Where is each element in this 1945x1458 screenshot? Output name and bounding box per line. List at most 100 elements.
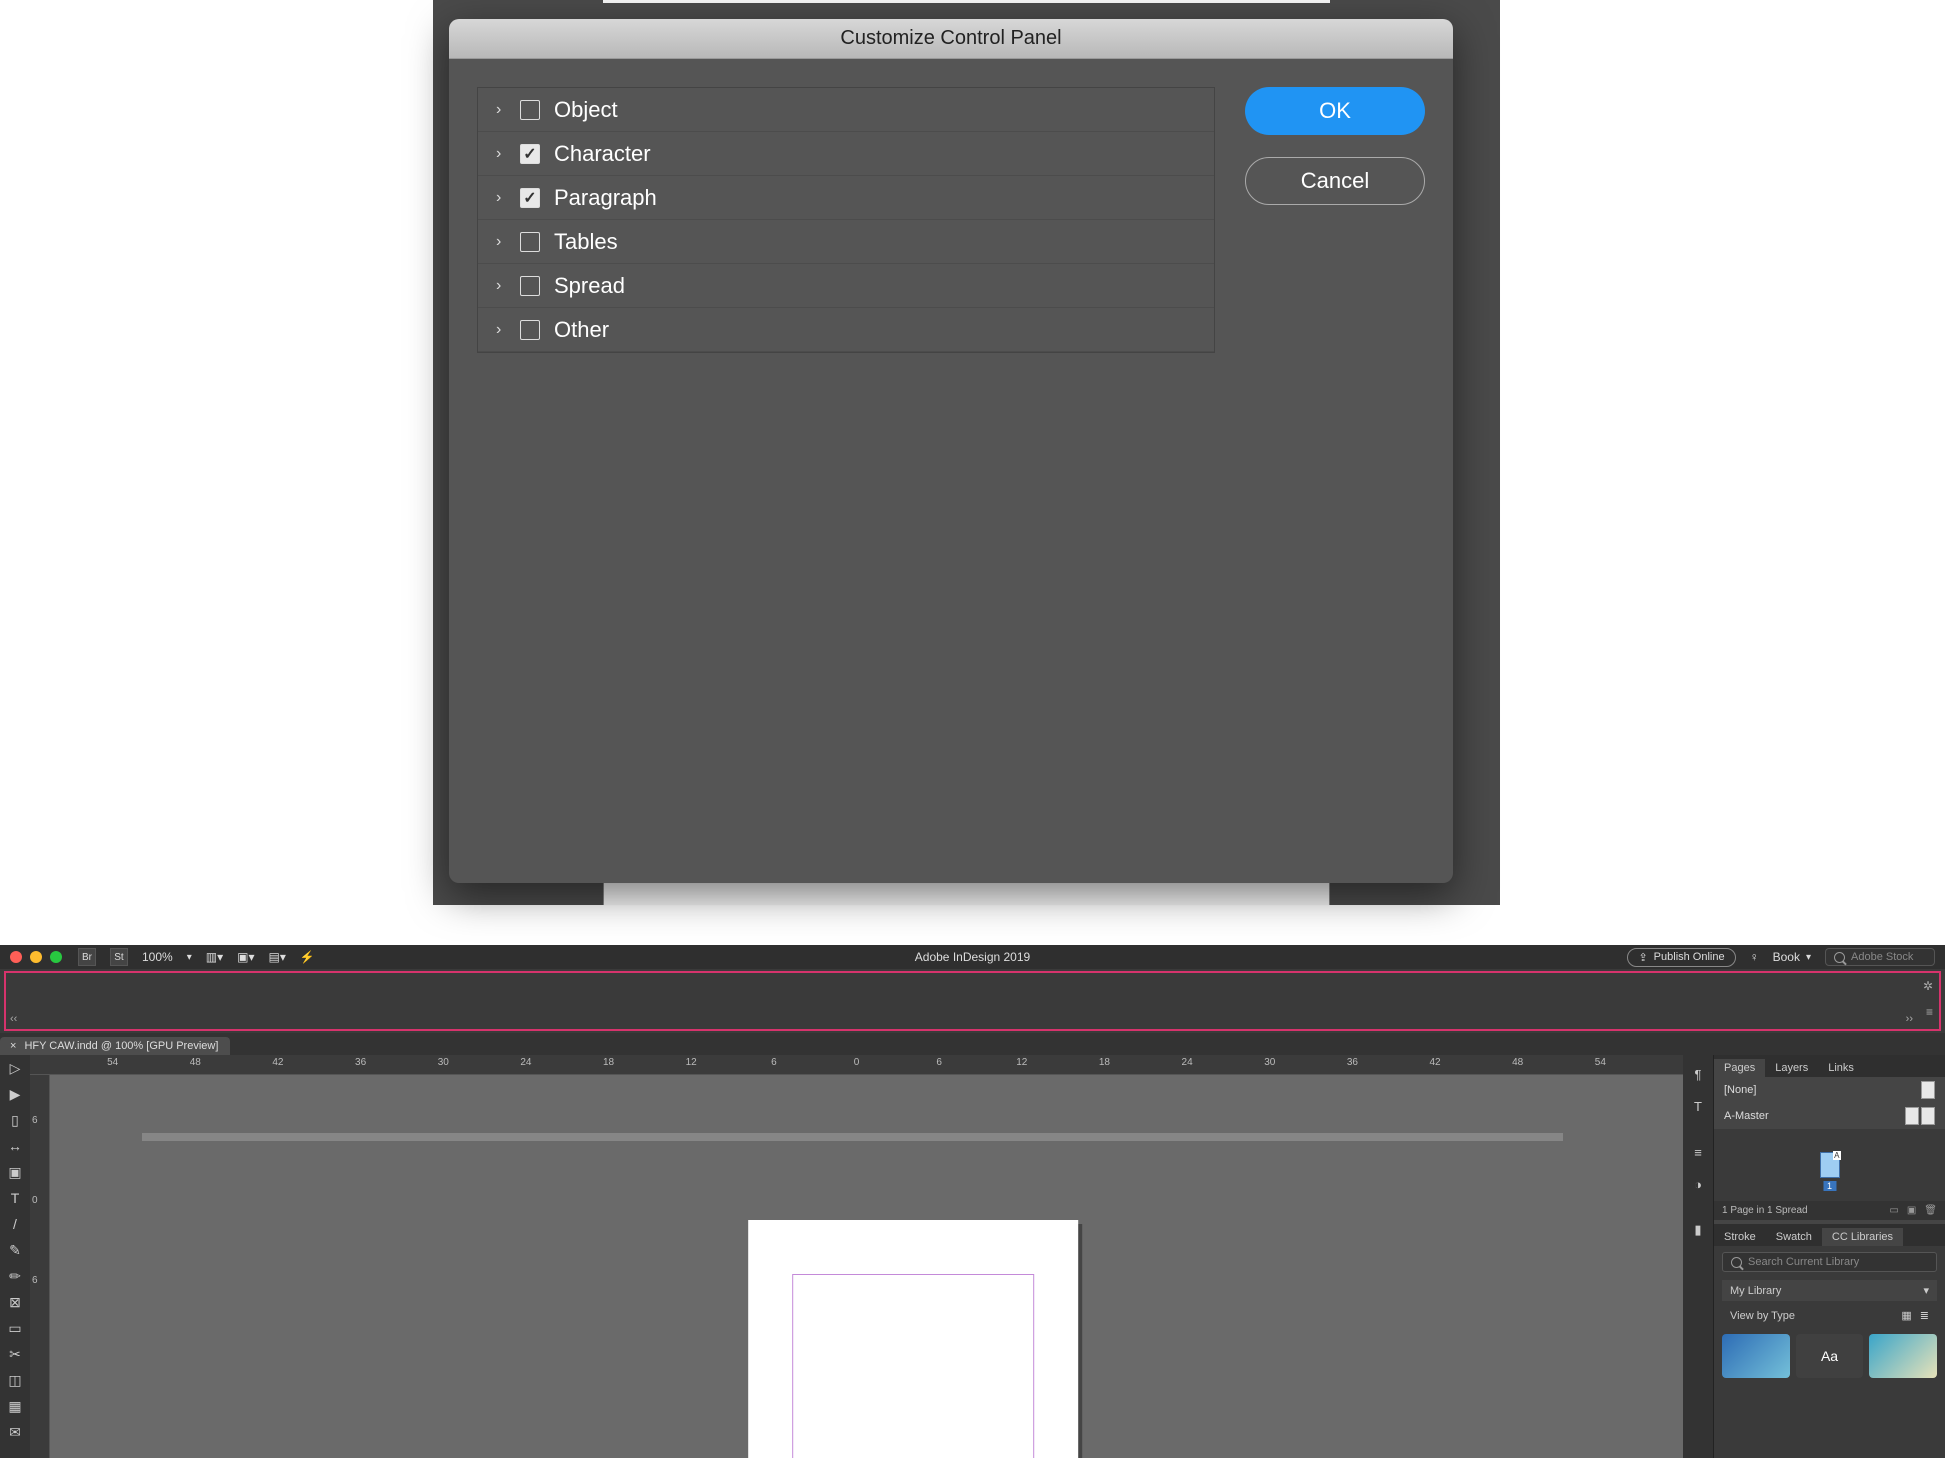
dialog-item-object[interactable]: › Object <box>478 88 1214 132</box>
dialog-item-character[interactable]: › Character <box>478 132 1214 176</box>
library-picker[interactable]: My Library ▾ <box>1722 1280 1937 1301</box>
ruler-tick: 24 <box>520 1057 531 1068</box>
direct-selection-tool-icon[interactable]: ▶ <box>0 1081 30 1107</box>
cc-asset-tile[interactable]: Aa <box>1796 1334 1864 1378</box>
tab-pages[interactable]: Pages <box>1714 1059 1765 1077</box>
workspace-label: Book <box>1773 950 1800 964</box>
close-tab-icon[interactable]: × <box>10 1040 16 1052</box>
none-master-thumb <box>1921 1081 1935 1099</box>
dialog-item-tables[interactable]: › Tables <box>478 220 1214 264</box>
tab-links[interactable]: Links <box>1818 1059 1864 1077</box>
master-none-row[interactable]: [None] <box>1714 1077 1945 1103</box>
rectangle-tool-icon[interactable]: ▭ <box>0 1315 30 1341</box>
page-1[interactable] <box>748 1220 1078 1458</box>
gear-icon[interactable]: ✲ <box>1923 979 1933 993</box>
tab-label: Swatch <box>1776 1231 1812 1243</box>
pasteboard[interactable] <box>50 1075 1683 1458</box>
pages-panel-footer: 1 Page in 1 Spread ▭ ▣ 🗑 <box>1714 1201 1945 1220</box>
trash-icon[interactable]: 🗑 <box>1924 1205 1937 1216</box>
quote-left-icon: ‹‹ <box>10 1013 17 1025</box>
chevron-down-icon[interactable]: ▾ <box>187 952 192 963</box>
dialog-item-paragraph[interactable]: › Paragraph <box>478 176 1214 220</box>
content-collector-tool-icon[interactable]: ▣ <box>0 1159 30 1185</box>
cc-asset-tile[interactable] <box>1722 1334 1790 1378</box>
adobe-stock-search[interactable]: Adobe Stock <box>1825 948 1935 966</box>
selection-tool-icon[interactable]: ▷ <box>0 1055 30 1081</box>
chevron-right-icon: › <box>496 277 506 295</box>
tab-label: Layers <box>1775 1062 1808 1074</box>
search-icon <box>1834 952 1845 963</box>
tab-stroke[interactable]: Stroke <box>1714 1228 1766 1246</box>
screen-mode-icon[interactable]: ▣▾ <box>237 950 254 964</box>
panel-menu-icon[interactable]: ≡ <box>1926 1005 1933 1019</box>
window-zoom-button[interactable] <box>50 951 62 963</box>
pen-tool-icon[interactable]: ✎ <box>0 1237 30 1263</box>
checkbox-spread[interactable] <box>520 276 540 296</box>
window-minimize-button[interactable] <box>30 951 42 963</box>
tab-layers[interactable]: Layers <box>1765 1059 1818 1077</box>
pages-thumbnails[interactable]: A 1 <box>1714 1129 1945 1201</box>
cc-asset-tile[interactable] <box>1869 1334 1937 1378</box>
ruler-tick: 0 <box>32 1195 38 1206</box>
stock-icon[interactable]: St <box>110 948 128 966</box>
gap-tool-icon[interactable]: ↔ <box>0 1133 30 1159</box>
grid-view-icon[interactable]: ▦ <box>1901 1309 1911 1322</box>
ruler-tick: 54 <box>1595 1057 1606 1068</box>
tab-label: Pages <box>1724 1062 1755 1074</box>
document-tab[interactable]: × HFY CAW.indd @ 100% [GPU Preview] <box>0 1037 230 1055</box>
align-icon[interactable]: ≡ <box>1687 1141 1709 1163</box>
horizontal-ruler[interactable]: 54 48 42 36 30 24 18 12 6 0 6 12 18 24 3… <box>30 1055 1683 1075</box>
edit-page-size-icon[interactable]: ▭ <box>1889 1205 1898 1216</box>
workspace-switcher[interactable]: Book ▾ <box>1773 950 1811 964</box>
page-thumbnail-1[interactable]: A 1 <box>1820 1152 1840 1178</box>
window-close-button[interactable] <box>10 951 22 963</box>
dialog-item-other[interactable]: › Other <box>478 308 1214 352</box>
checkbox-other[interactable] <box>520 320 540 340</box>
pathfinder-icon[interactable]: ◑ <box>1687 1173 1709 1195</box>
tab-swatches[interactable]: Swatch <box>1766 1228 1822 1246</box>
bridge-icon[interactable]: Br <box>78 948 96 966</box>
a-master-thumb <box>1905 1107 1935 1125</box>
ruler-tick: 12 <box>686 1057 697 1068</box>
pencil-tool-icon[interactable]: ✏ <box>0 1263 30 1289</box>
note-tool-icon[interactable]: ✉ <box>0 1419 30 1445</box>
spread-edge <box>142 1133 1563 1141</box>
checkbox-tables[interactable] <box>520 232 540 252</box>
rectangle-frame-tool-icon[interactable]: ⊠ <box>0 1289 30 1315</box>
line-tool-icon[interactable]: / <box>0 1211 30 1237</box>
type-tool-icon[interactable]: T <box>0 1185 30 1211</box>
checkbox-object[interactable] <box>520 100 540 120</box>
free-transform-tool-icon[interactable]: ◫ <box>0 1367 30 1393</box>
cc-libraries-panel: Search Current Library My Library ▾ View… <box>1714 1246 1945 1458</box>
publish-label: Publish Online <box>1654 951 1725 963</box>
tab-cc-libraries[interactable]: CC Libraries <box>1822 1228 1903 1246</box>
ruler-tick: 12 <box>1016 1057 1027 1068</box>
gpu-icon[interactable]: ⚡ <box>300 950 315 964</box>
document-canvas[interactable]: 54 48 42 36 30 24 18 12 6 0 6 12 18 24 3… <box>30 1055 1683 1458</box>
arrange-icon[interactable]: ▤▾ <box>268 950 285 964</box>
page-tool-icon[interactable]: ▯ <box>0 1107 30 1133</box>
scissors-tool-icon[interactable]: ✂ <box>0 1341 30 1367</box>
vertical-ruler[interactable]: 6 0 6 <box>30 1075 50 1458</box>
checkbox-paragraph[interactable] <box>520 188 540 208</box>
dialog-item-label: Paragraph <box>554 185 657 211</box>
character-styles-icon[interactable]: T <box>1687 1095 1709 1117</box>
dialog-item-spread[interactable]: › Spread <box>478 264 1214 308</box>
tips-icon[interactable]: ♀ <box>1750 950 1759 964</box>
publish-online-button[interactable]: ⇪ Publish Online <box>1627 948 1735 967</box>
zoom-level[interactable]: 100% <box>142 950 173 964</box>
ok-button[interactable]: OK <box>1245 87 1425 135</box>
chevron-right-icon: › <box>496 189 506 207</box>
cc-library-search[interactable]: Search Current Library <box>1722 1252 1937 1272</box>
gradient-tool-icon[interactable]: ▦ <box>0 1393 30 1419</box>
view-by-row[interactable]: View by Type ▦ ≣ <box>1722 1305 1937 1326</box>
cancel-button[interactable]: Cancel <box>1245 157 1425 205</box>
document-tab-label: HFY CAW.indd @ 100% [GPU Preview] <box>24 1040 218 1052</box>
view-options-icon[interactable]: ▥▾ <box>206 950 223 964</box>
paragraph-styles-icon[interactable]: ¶ <box>1687 1063 1709 1085</box>
new-page-icon[interactable]: ▣ <box>1907 1205 1916 1216</box>
checkbox-character[interactable] <box>520 144 540 164</box>
list-view-icon[interactable]: ≣ <box>1920 1309 1929 1322</box>
master-a-row[interactable]: A-Master <box>1714 1103 1945 1129</box>
bookmark-icon[interactable]: ▮ <box>1687 1219 1709 1241</box>
